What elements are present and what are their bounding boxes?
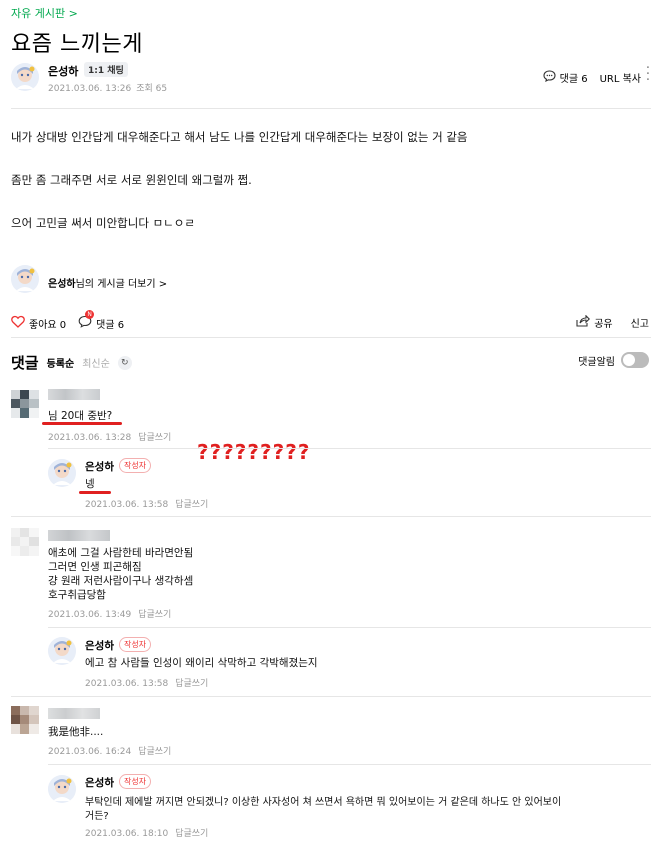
share-icon	[576, 314, 591, 330]
writer-badge: 작성자	[119, 637, 152, 652]
more-posts-link[interactable]: 은성하님의 게시글 더보기 >	[48, 275, 167, 290]
comment-text-line: 걍 원래 저런사람이구나 생각하셈	[48, 575, 194, 587]
comment-button[interactable]: N 댓글 6	[78, 310, 125, 331]
reply-button[interactable]: 답글쓰기	[175, 829, 208, 839]
comment-alarm: 댓글알림	[578, 352, 649, 368]
divider	[11, 516, 651, 517]
post-date: 2021.03.06. 13:26	[48, 84, 132, 94]
comment-text: 我是他非....	[48, 726, 104, 738]
divider	[48, 448, 651, 449]
comment-label: 댓글 6	[96, 319, 125, 331]
divider	[11, 696, 651, 697]
more-icon[interactable]: · · ·	[645, 62, 651, 87]
blurred-avatar[interactable]	[11, 390, 39, 418]
like-label: 좋아요 0	[29, 319, 67, 331]
like-button[interactable]: 좋아요 0	[11, 315, 66, 331]
comments-header: 댓글 등록순 최신순 ↻	[11, 352, 132, 373]
comment-meta: 2021.03.06. 18:10 답글쓰기	[85, 826, 208, 839]
author-avatar[interactable]	[48, 775, 76, 803]
reply-button[interactable]: 답글쓰기	[138, 610, 171, 620]
author-avatar[interactable]	[48, 637, 76, 665]
post-meta: 2021.03.06. 13:26 조회 65	[48, 81, 167, 94]
post-views: 조회 65	[136, 84, 168, 94]
author-avatar[interactable]	[48, 459, 76, 487]
blurred-avatar[interactable]	[11, 528, 39, 556]
post-body-line: 내가 상대방 인간답게 대우해준다고 해서 남도 나를 인간답게 대우해준다는 …	[11, 130, 468, 144]
comment-alarm-label: 댓글알림	[578, 356, 615, 368]
annotation-text: ?????????	[197, 440, 311, 464]
blurred-nickname[interactable]	[48, 708, 100, 719]
comment-meta: 2021.03.06. 13:49 답글쓰기	[48, 607, 171, 620]
reply-button[interactable]: 답글쓰기	[138, 747, 171, 757]
toggle-knob	[623, 354, 635, 366]
comment-text-line: 거든?	[85, 811, 109, 822]
comment-text-line: 호구취급당함	[48, 589, 106, 601]
red-underline	[79, 491, 111, 494]
share-button[interactable]: 공유	[576, 314, 613, 330]
reply-button[interactable]: 답글쓰기	[175, 679, 208, 689]
url-copy-button[interactable]: URL 복사	[600, 70, 641, 85]
comment-alarm-toggle[interactable]	[621, 352, 649, 368]
reply-button[interactable]: 답글쓰기	[175, 500, 208, 510]
divider	[48, 627, 651, 628]
comment-author[interactable]: 은성하	[85, 638, 114, 653]
breadcrumb[interactable]: 자유 게시판 >	[11, 5, 78, 21]
reply-button[interactable]: 답글쓰기	[138, 433, 171, 443]
sort-registered[interactable]: 등록순	[47, 355, 75, 370]
comment-date: 2021.03.06. 13:58	[85, 679, 169, 689]
comment-text: 넹	[85, 478, 95, 490]
post-title: 요즘 느끼는게	[11, 32, 143, 57]
comment-date: 2021.03.06. 18:10	[85, 829, 169, 839]
blurred-nickname[interactable]	[48, 530, 110, 541]
share-label: 공유	[594, 319, 613, 330]
comment-text: 님 20대 중반?	[48, 410, 113, 422]
divider	[11, 337, 651, 338]
post-header-tools: 댓글 6 URL 복사	[543, 70, 641, 85]
post-body-line: 좀만 좀 그래주면 서로 서로 윈윈인데 왜그럴까 쩝.	[11, 173, 252, 187]
comment-meta: 2021.03.06. 13:58 답글쓰기	[85, 676, 208, 689]
comment-text-line: 애초에 그걸 사람한테 바라면안됨	[48, 547, 194, 559]
comment-author[interactable]: 은성하	[85, 459, 114, 474]
chat-button[interactable]: 1:1 채팅	[84, 62, 128, 77]
comment-date: 2021.03.06. 13:28	[48, 433, 132, 443]
comment-author[interactable]: 은성하	[85, 775, 114, 790]
report-button[interactable]: 신고	[631, 315, 649, 330]
blurred-nickname[interactable]	[48, 389, 100, 400]
writer-badge: 작성자	[119, 458, 152, 473]
comment-meta: 2021.03.06. 13:28 답글쓰기	[48, 430, 171, 443]
red-underline	[42, 422, 122, 425]
post-body-line: 으어 고민글 써서 미안합니다 ㅁㄴㅇㄹ	[11, 216, 195, 230]
writer-badge: 작성자	[119, 774, 152, 789]
comment-date: 2021.03.06. 16:24	[48, 747, 132, 757]
new-badge: N	[85, 310, 95, 319]
divider	[11, 108, 651, 109]
comment-icon	[543, 70, 556, 85]
post-actions: 좋아요 0 N 댓글 6	[11, 310, 125, 331]
comment-meta: 2021.03.06. 13:58 답글쓰기	[85, 497, 208, 510]
author-avatar[interactable]	[11, 265, 39, 293]
heart-icon	[11, 315, 25, 331]
comment-date: 2021.03.06. 13:49	[48, 610, 132, 620]
blurred-avatar[interactable]	[11, 706, 39, 734]
divider	[48, 764, 651, 765]
comment-text: 에고 참 사람들 인성이 왜이리 삭막하고 각박해졌는지	[85, 657, 318, 669]
comment-count-label: 댓글 6	[559, 74, 588, 85]
comment-count-link[interactable]: 댓글 6	[543, 70, 588, 85]
author-avatar[interactable]	[11, 63, 39, 91]
comment-meta: 2021.03.06. 16:24 답글쓰기	[48, 744, 171, 757]
author-name[interactable]: 은성하	[48, 63, 78, 79]
more-posts-suffix: 님의 게시글 더보기 >	[75, 279, 168, 290]
post-actions-right: 공유 신고	[576, 314, 649, 330]
comment-text-line: 그러면 인생 피곤해짐	[48, 561, 142, 573]
more-posts-author: 은성하	[48, 279, 76, 290]
refresh-icon[interactable]: ↻	[117, 355, 132, 370]
comment-date: 2021.03.06. 13:58	[85, 500, 169, 510]
comment-text-line: 부탁인데 제에발 꺼지면 안되겠니? 이상한 사자성어 쳐 쓰면서 욕하면 뭐 …	[85, 797, 562, 808]
comments-title: 댓글	[11, 354, 39, 372]
sort-latest[interactable]: 최신순	[82, 355, 110, 370]
